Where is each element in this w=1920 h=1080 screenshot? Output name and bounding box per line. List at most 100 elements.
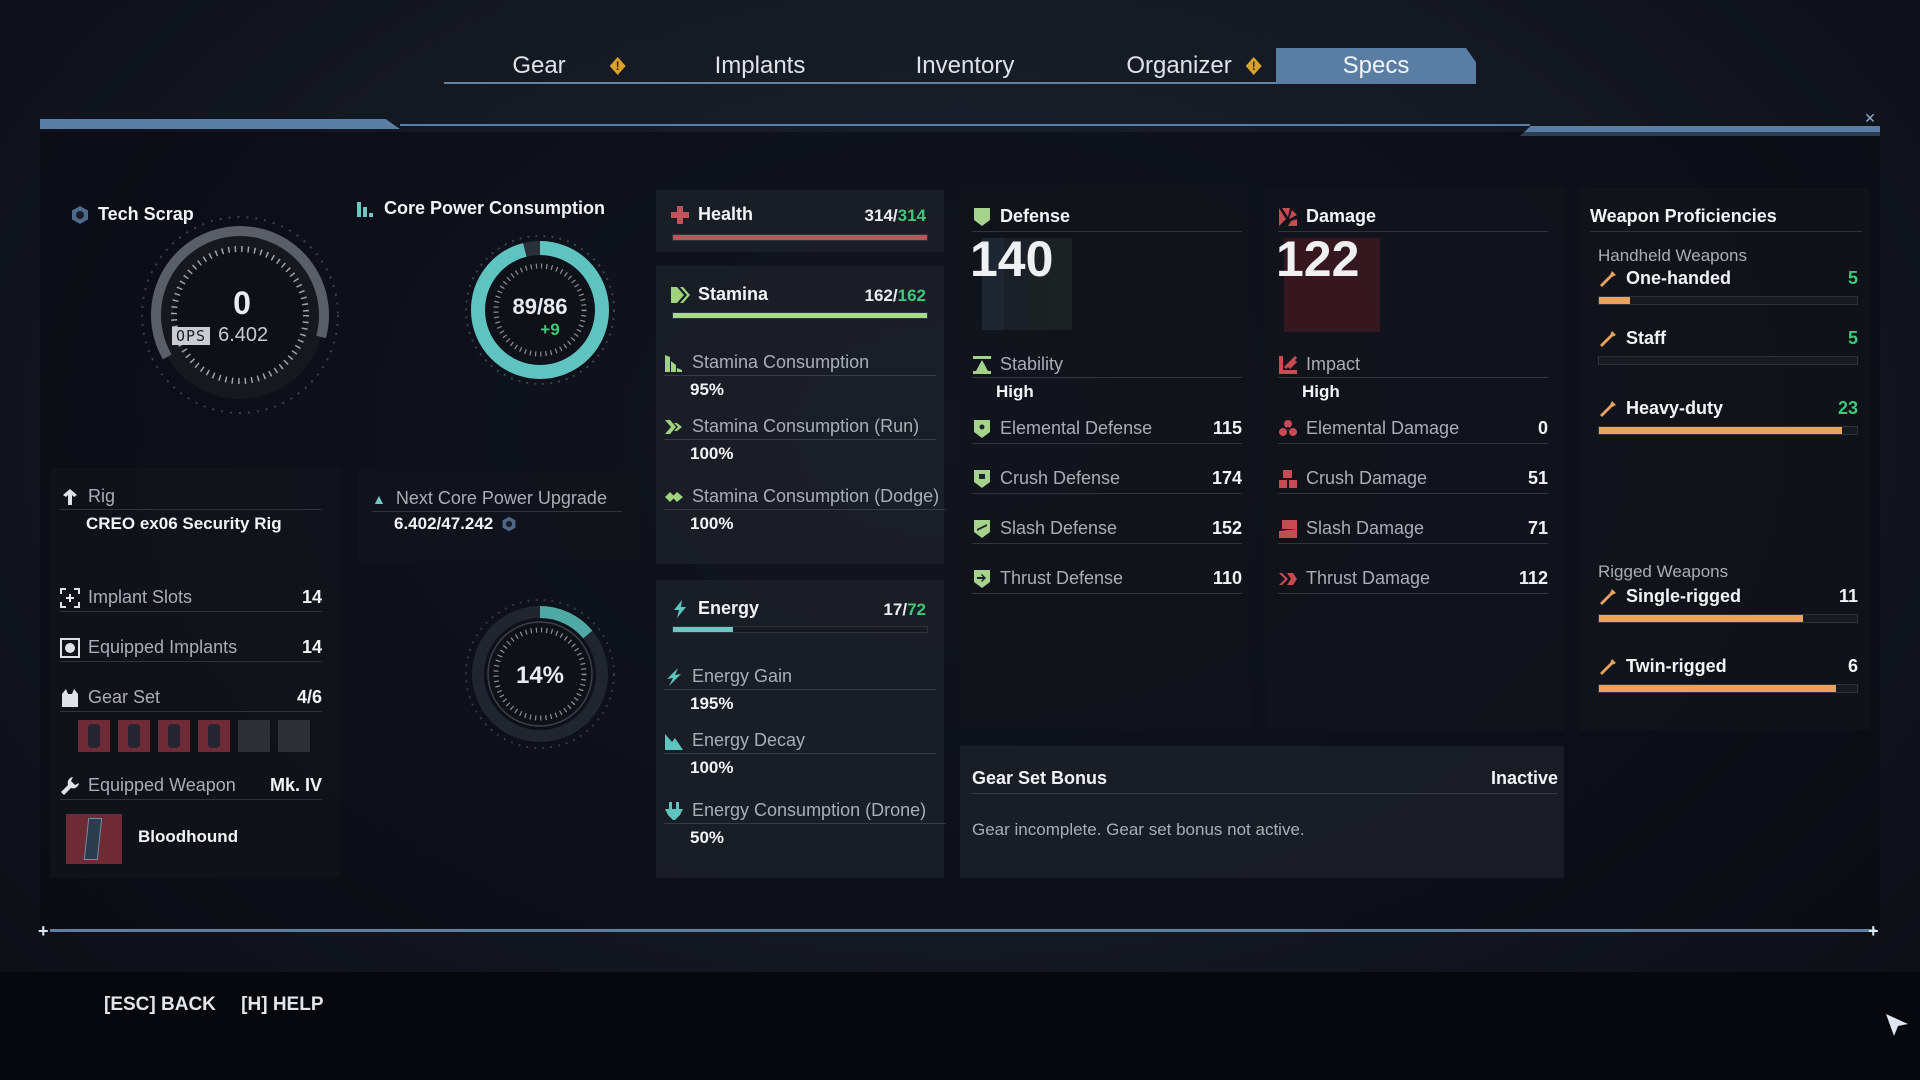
defense-row: Slash Defense 152 bbox=[972, 514, 1242, 544]
group-title: Handheld Weapons bbox=[1598, 246, 1748, 265]
thrust-icon bbox=[1279, 572, 1297, 585]
gear-set-label: Gear Set bbox=[88, 687, 161, 707]
tab-gear[interactable]: Gear bbox=[494, 48, 644, 84]
core-power-title: Core Power Consumption bbox=[384, 198, 606, 218]
defense-row-value: 115 bbox=[1212, 418, 1242, 438]
ops-value: 6.402 bbox=[218, 324, 269, 346]
damage-row-value: 112 bbox=[1518, 568, 1548, 588]
rig-label: Rig bbox=[88, 486, 116, 506]
proficiency-item[interactable]: One-handed 5 bbox=[1598, 268, 1858, 308]
gear-set-slot-filled[interactable] bbox=[118, 720, 150, 752]
defense-row: Crush Defense 174 bbox=[972, 464, 1242, 494]
proficiency-value: 5 bbox=[1847, 328, 1858, 348]
energy-stat-row: Energy Gain bbox=[664, 664, 936, 690]
next-upgrade-value: 6.402/47.242 bbox=[394, 514, 494, 533]
defense-row: Thrust Defense 110 bbox=[972, 564, 1242, 594]
damage-row-value: 71 bbox=[1527, 518, 1548, 538]
bar-chart-icon bbox=[357, 201, 373, 217]
stability-icon bbox=[973, 355, 991, 374]
proficiency-item[interactable]: Heavy-duty 23 bbox=[1598, 398, 1858, 438]
weapon-type-icon bbox=[1600, 270, 1616, 287]
health-bar-fill bbox=[673, 235, 927, 240]
corner-plus: + bbox=[38, 921, 49, 941]
damage-header: Damage bbox=[1278, 202, 1548, 232]
frame-line bbox=[50, 929, 1876, 932]
crush-shield-icon bbox=[974, 469, 990, 488]
alert-icon bbox=[609, 57, 626, 75]
damage-total: 122 bbox=[1276, 231, 1360, 287]
stamina-value: 162/162 bbox=[864, 286, 926, 305]
proficiency-item[interactable]: Twin-rigged 6 bbox=[1598, 656, 1858, 696]
energy-gain-icon bbox=[667, 667, 681, 686]
stamina-icon bbox=[671, 286, 690, 303]
proficiency-item[interactable]: Staff 5 bbox=[1598, 328, 1858, 368]
tab-inventory-label: Inventory bbox=[915, 52, 1015, 79]
gear-set-slot-filled[interactable] bbox=[78, 720, 110, 752]
tab-bar: Gear Implants Inventory Organizer Specs bbox=[444, 48, 1476, 84]
tab-specs[interactable]: Specs bbox=[1276, 48, 1476, 84]
stamina-header: Stamina bbox=[670, 284, 768, 305]
wrench-icon bbox=[61, 776, 79, 795]
proficiency-bar bbox=[1598, 614, 1858, 623]
energy-stat-row: Energy Decay bbox=[664, 728, 936, 754]
rig-row: Rig bbox=[60, 484, 322, 510]
impact-row: Impact bbox=[1278, 352, 1548, 378]
tab-inventory[interactable]: Inventory bbox=[880, 48, 1050, 84]
proficiency-label: Single-rigged bbox=[1626, 586, 1742, 606]
proficiency-item[interactable]: Single-rigged 11 bbox=[1598, 586, 1858, 626]
ops-label: OPS bbox=[172, 326, 211, 345]
gear-set-bonus-status: Inactive bbox=[1490, 768, 1558, 788]
gear-set-slot-empty[interactable] bbox=[278, 720, 310, 752]
close-icon[interactable]: ✕ bbox=[1862, 111, 1878, 125]
energy-bar-fill bbox=[673, 627, 733, 632]
next-upgrade-readout: 6.402/47.242 bbox=[394, 514, 525, 534]
energy-header: Energy bbox=[670, 598, 759, 619]
stamina-bar bbox=[672, 312, 928, 319]
corner-plus: + bbox=[1868, 921, 1879, 941]
gear-set-row: Gear Set 4/6 bbox=[60, 684, 322, 712]
proficiency-label: Staff bbox=[1626, 328, 1666, 348]
core-power-value: 89/86 bbox=[512, 294, 568, 319]
stamina-bar-fill bbox=[673, 313, 927, 318]
group-title: Rigged Weapons bbox=[1598, 562, 1729, 581]
damage-row-label: Thrust Damage bbox=[1306, 568, 1431, 588]
weapon-thumbnail[interactable] bbox=[66, 814, 122, 864]
energy-decay-icon bbox=[665, 733, 683, 750]
defense-row: Elemental Defense 115 bbox=[972, 414, 1242, 444]
drone-icon bbox=[665, 801, 683, 820]
gear-set-slot-filled[interactable] bbox=[158, 720, 190, 752]
tech-scrap-value: 0 bbox=[233, 285, 251, 321]
gear-set-slot-filled[interactable] bbox=[198, 720, 230, 752]
equipped-implants-label: Equipped Implants bbox=[88, 637, 238, 657]
energy-value: 17/72 bbox=[883, 600, 926, 619]
health-value: 314/314 bbox=[864, 206, 926, 225]
dodge-icon bbox=[665, 491, 683, 502]
stamina-stat-row: Stamina Consumption (Dodge) bbox=[664, 484, 946, 510]
defense-row-label: Crush Defense bbox=[1000, 468, 1121, 488]
ops-readout: OPS 6.402 bbox=[172, 324, 268, 347]
tab-gear-label: Gear bbox=[512, 52, 566, 79]
gear-set-slot-empty[interactable] bbox=[238, 720, 270, 752]
help-button[interactable]: [H] HELP bbox=[241, 994, 323, 1015]
tab-implants[interactable]: Implants bbox=[680, 48, 840, 84]
crush-icon bbox=[1279, 469, 1297, 488]
energy-stat-value: 195% bbox=[690, 694, 734, 713]
gear-set-value: 4/6 bbox=[296, 687, 322, 707]
damage-row-label: Slash Damage bbox=[1306, 518, 1425, 538]
proficiency-bar-fill bbox=[1599, 685, 1837, 692]
proficiencies-header: Weapon Proficiencies bbox=[1590, 202, 1862, 232]
impact-label: Impact bbox=[1306, 354, 1361, 374]
damage-row-value: 51 bbox=[1527, 468, 1548, 488]
defense-panel: Defense 140 Stability High Elemental Def… bbox=[960, 188, 1250, 730]
tech-scrap-icon bbox=[502, 516, 516, 532]
damage-row-label: Elemental Damage bbox=[1306, 418, 1460, 438]
energy-stat-label: Energy Consumption (Drone) bbox=[692, 800, 927, 820]
elemental-shield-icon bbox=[974, 419, 990, 438]
back-button[interactable]: [ESC] BACK bbox=[104, 994, 216, 1015]
health-max: 314 bbox=[897, 206, 926, 225]
biohazard-icon bbox=[1279, 419, 1297, 436]
tech-scrap-icon bbox=[72, 205, 88, 224]
gear-set-bonus-title: Gear Set Bonus bbox=[972, 768, 1108, 788]
energy-stat-value: 50% bbox=[690, 828, 725, 847]
tab-organizer[interactable]: Organizer bbox=[1094, 48, 1294, 84]
